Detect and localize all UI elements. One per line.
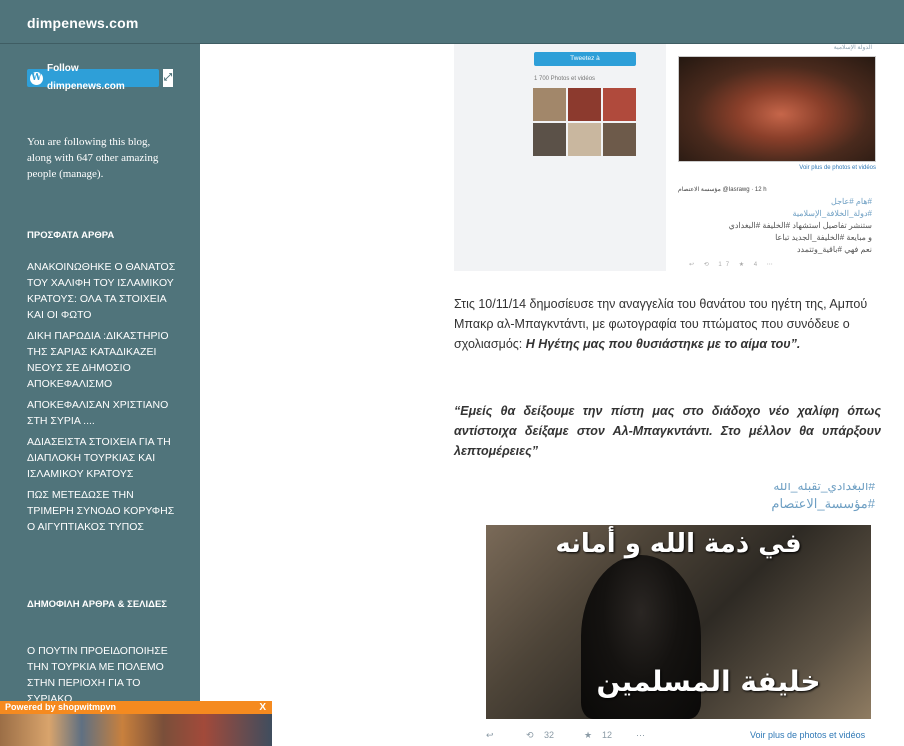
embedded-photo[interactable]: في ذمة الله و أمانه خليفة المسلمين xyxy=(486,525,871,719)
photo-caption-bottom: خليفة المسلمين xyxy=(596,665,821,698)
ad-banner[interactable]: Powered by shopwitmpvn X xyxy=(0,701,272,746)
media-thumbnail xyxy=(603,123,636,156)
follow-status-text: You are following this blog, along with … xyxy=(27,136,159,180)
tweet-button: Tweetez à xyxy=(534,52,636,66)
favorite-icon[interactable]: ★ xyxy=(584,730,592,741)
tweet-line: #هام #عاجل xyxy=(831,197,872,206)
tweet-photo xyxy=(678,56,876,162)
follow-button[interactable]: W Follow dimpenews.com xyxy=(27,63,159,92)
media-thumbnail xyxy=(568,88,601,121)
ad-close-button[interactable]: X xyxy=(259,701,266,714)
media-thumbnail xyxy=(533,123,566,156)
recent-post-link[interactable]: ΑΝΑΚΟΙΝΩΘΗΚΕ Ο ΘΑΝΑΤΟΣ ΤΟΥ ΧΑΛΙΦΗ ΤΟΥ ΙΣ… xyxy=(27,259,177,323)
retweet-count: 32 xyxy=(544,730,555,740)
ad-bar: Powered by shopwitmpvn X xyxy=(0,701,272,714)
recent-post-link[interactable]: ΑΠΟΚΕΦΑΛΙΣΑΝ ΧΡΙΣΤΙΑΝΟ ΣΤΗ ΣΥΡΙΑ .... xyxy=(27,397,177,429)
follow-extra-icon[interactable]: ⤢ xyxy=(163,69,173,87)
media-thumbnail xyxy=(533,88,566,121)
ad-label: Powered by shopwitmpvn xyxy=(5,702,117,712)
arabic-header: الدولة الإسلامية xyxy=(833,45,872,51)
ad-image[interactable] xyxy=(0,714,272,746)
paragraph-emphasis: Η Ηγέτης μας που θυσιάστηκε με το αίμα τ… xyxy=(525,337,801,351)
more-icon[interactable]: ⋯ xyxy=(636,730,645,741)
popular-post-link[interactable]: Ο ΠΟΥΤΙΝ ΠΡΟΕΙΔΟΠΟΙΗΣΕ ΤΗΝ ΤΟΥΡΚΙΑ ΜΕ ΠΟ… xyxy=(27,643,177,707)
article-quote: “Εμείς θα δείξουμε την πίστη μας στο διά… xyxy=(454,404,881,458)
site-title[interactable]: dimpenews.com xyxy=(27,15,139,31)
hashtag-partial: #البغدادي_تقبله_الله xyxy=(773,483,875,493)
popular-posts-heading: ΔΗΜΟΦΙΛΗ ΑΡΘΡΑ & ΣΕΛΙΔΕΣ xyxy=(27,599,168,610)
recent-post-link[interactable]: ΑΔΙΑΣΕΙΣΤΑ ΣΤΟΙΧΕΙΑ ΓΙΑ ΤΗ ΔΙΑΠΛΟΚΗ ΤΟΥΡ… xyxy=(27,434,177,482)
photo-caption-top: في ذمة الله و أمانه xyxy=(555,529,802,559)
tweet-line: ستنشر تفاصيل استشهاد #الخليفة #البغدادي xyxy=(728,221,872,230)
follow-label: Follow dimpenews.com xyxy=(46,63,125,92)
recent-post-link[interactable]: ΔΙΚΗ ΠΑΡΩΔΙΑ :ΔΙΚΑΣΤΗΡΙΟ ΤΗΣ ΣΑΡΙΑΣ ΚΑΤΑ… xyxy=(27,328,177,392)
photos-count: 1 700 Photos et vidéos xyxy=(534,76,596,82)
tweet-author: مؤسسة الاعتصام @Iasrawg · 12 h xyxy=(678,187,767,193)
tweet-line: و مبايعة #الخليفة_الجديد تباعا xyxy=(775,233,872,242)
wordpress-icon: W xyxy=(30,71,43,85)
media-thumbnail xyxy=(603,88,636,121)
embedded-tweet-screenshot: Tweetez à 1 700 Photos et vidéos الدولة … xyxy=(454,44,894,271)
retweet-icon[interactable]: ⟲ xyxy=(526,730,534,741)
tweet-panel: الدولة الإسلامية Voir plus de photos et … xyxy=(666,44,894,271)
recent-posts-list: ΑΝΑΚΟΙΝΩΘΗΚΕ Ο ΘΑΝΑΤΟΣ ΤΟΥ ΧΑΛΙΦΗ ΤΟΥ ΙΣ… xyxy=(27,259,177,540)
favorite-count: 12 xyxy=(602,730,613,740)
recent-post-link[interactable]: ΠΩΣ ΜΕΤΕΔΩΣΕ ΤΗΝ ΤΡΙΜΕΡΗ ΣΥΝΟΔΟ ΚΟΡΥΦΗΣ … xyxy=(27,487,177,535)
article-paragraph: Στις 10/11/14 δημοσίευσε την αναγγελία τ… xyxy=(454,294,881,354)
more-photos-link-2[interactable]: Voir plus de photos et vidéos xyxy=(750,730,865,740)
recent-posts-heading: ΠΡΟΣΦΑΤΑ ΑΡΘΡΑ xyxy=(27,230,115,241)
tweet-line: نعم فهي #باقية_وتتمدد xyxy=(796,245,872,254)
tweet-text: #هام #عاجل #دولة_الخلافة_الإسلامية ستنشر… xyxy=(702,196,872,256)
tweet-actions: ↩ ⟲ 17 ★ 4 ⋯ xyxy=(689,262,777,268)
top-bar: dimpenews.com xyxy=(0,0,904,44)
hashtag: #مؤسسة_الاعتصام xyxy=(771,496,875,511)
reply-icon[interactable]: ↩ xyxy=(486,730,494,741)
more-photos-link: Voir plus de photos et vidéos xyxy=(799,165,876,171)
tweet-line: #دولة_الخلافة_الإسلامية xyxy=(792,209,872,218)
sidebar: W Follow dimpenews.com ⤢ You are followi… xyxy=(0,44,200,746)
media-thumbnail xyxy=(568,123,601,156)
